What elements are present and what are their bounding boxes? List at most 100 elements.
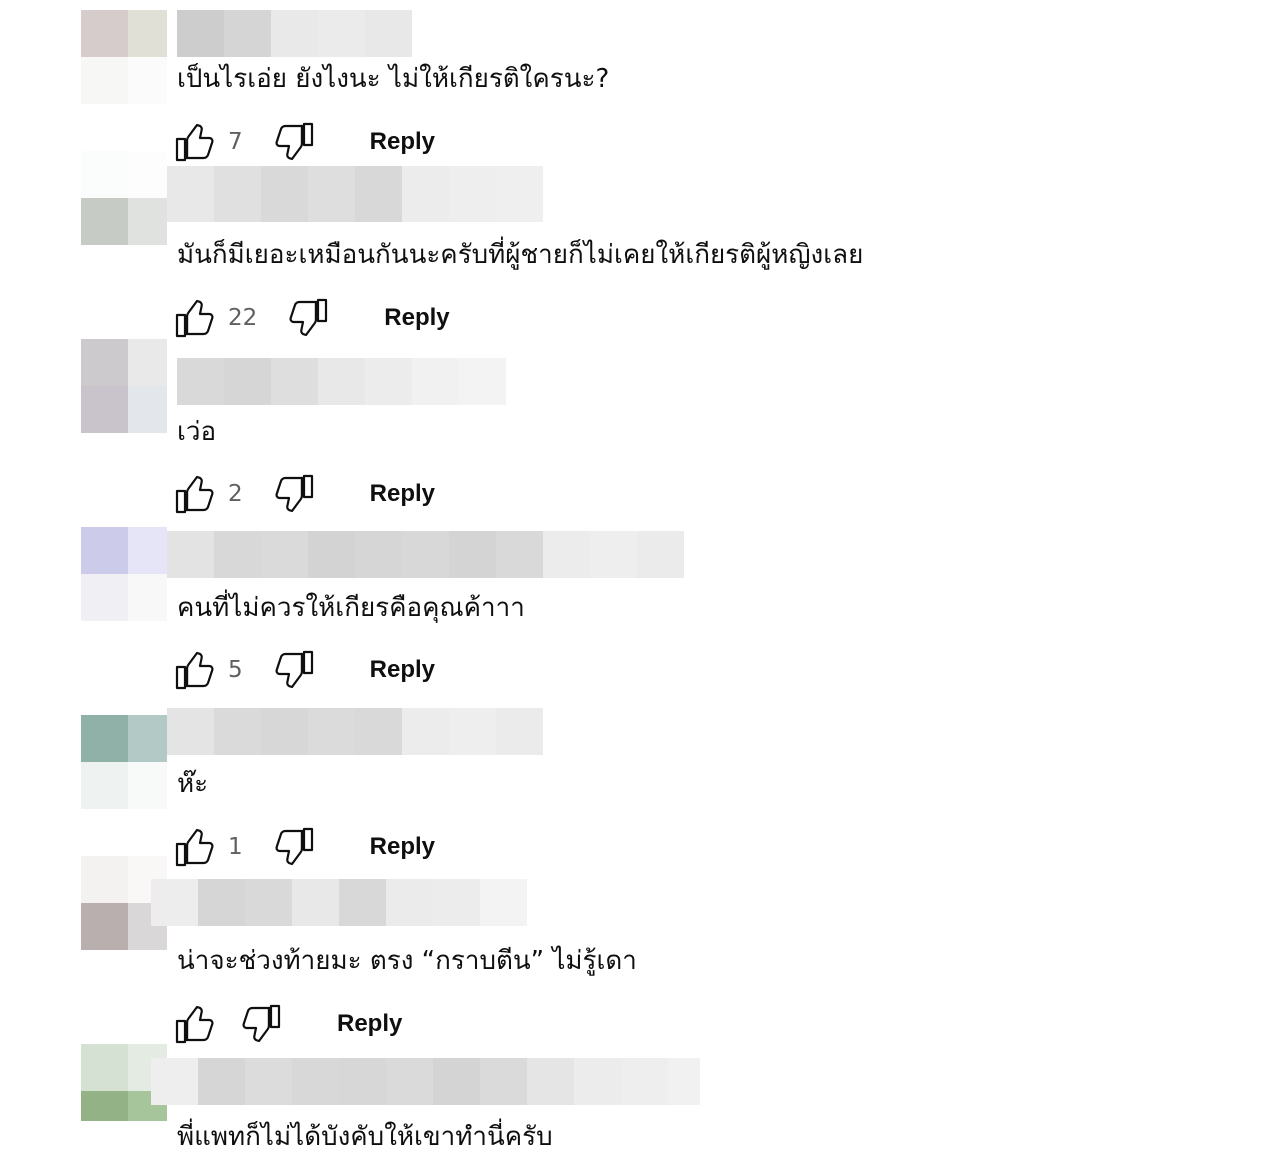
name-blur-block xyxy=(271,358,318,405)
thumb-up-icon xyxy=(175,1005,214,1044)
dislike-button[interactable] xyxy=(241,1004,281,1044)
comment-actions: 1 Reply xyxy=(175,827,435,867)
comment-text: เป็นไรเอ่ย ยังไงนะ ไม่ให้เกียรติใครนะ? xyxy=(177,64,610,94)
avatar-pixel xyxy=(128,762,167,809)
comment-actions: 22 Reply xyxy=(175,298,450,338)
name-blur-block xyxy=(449,166,496,222)
avatar-pixel xyxy=(128,10,167,57)
like-button[interactable] xyxy=(175,1004,215,1044)
dislike-button[interactable] xyxy=(274,827,314,867)
name-blur-block xyxy=(214,166,261,222)
name-blur-block xyxy=(308,708,355,755)
like-button[interactable] xyxy=(175,827,215,867)
avatar[interactable] xyxy=(81,151,167,245)
name-blur-block xyxy=(480,879,527,926)
author-name-blurred[interactable] xyxy=(167,708,543,755)
thumb-down-icon xyxy=(289,298,328,337)
name-blur-block xyxy=(402,708,449,755)
avatar[interactable] xyxy=(81,339,167,433)
dislike-button[interactable] xyxy=(274,650,314,690)
name-blur-block xyxy=(261,166,308,222)
name-blur-block xyxy=(261,531,308,578)
name-blur-block xyxy=(402,531,449,578)
thumb-up-icon xyxy=(175,651,214,690)
name-blur-block xyxy=(355,166,402,222)
reply-button[interactable]: Reply xyxy=(370,656,435,684)
name-blur-block xyxy=(261,708,308,755)
comment-text: เว่อ xyxy=(177,417,217,447)
comment-text: ห๊ะ xyxy=(177,769,209,799)
avatar-pixel xyxy=(128,386,167,433)
like-button[interactable] xyxy=(175,122,215,162)
name-blur-block xyxy=(214,531,261,578)
author-name-blurred[interactable] xyxy=(151,879,527,926)
name-blur-block xyxy=(668,1058,700,1105)
author-name-blurred[interactable] xyxy=(177,10,412,57)
name-blur-block xyxy=(449,708,496,755)
author-name-blurred[interactable] xyxy=(167,166,544,222)
reply-button[interactable]: Reply xyxy=(337,1010,402,1038)
avatar-pixel xyxy=(81,1091,128,1121)
like-count: 2 xyxy=(228,481,243,507)
like-count: 7 xyxy=(228,129,243,155)
avatar-pixel xyxy=(128,151,167,198)
comment-text: น่าจะช่วงท้ายมะ ตรง “กราบตีน” ไม่รู้เดา xyxy=(177,946,637,976)
avatar-pixel xyxy=(81,10,128,57)
comment-text: มันก็มีเยอะเหมือนกันนะครับที่ผู้ชายก็ไม่… xyxy=(177,240,864,270)
like-count: 5 xyxy=(228,657,243,683)
name-blur-block xyxy=(308,166,355,222)
name-blur-block xyxy=(198,879,245,926)
name-blur-block xyxy=(433,879,480,926)
comment-actions: 2 Reply xyxy=(175,474,435,514)
avatar[interactable] xyxy=(81,715,167,809)
name-blur-block xyxy=(167,708,214,755)
like-count: 1 xyxy=(228,834,243,860)
comment-actions: Reply xyxy=(175,1004,402,1044)
avatar-pixel xyxy=(128,574,167,621)
avatar-pixel xyxy=(81,527,128,574)
like-button[interactable] xyxy=(175,474,215,514)
avatar-pixel xyxy=(81,151,128,198)
name-blur-block xyxy=(198,1058,245,1105)
thumb-down-icon xyxy=(275,474,313,513)
reply-button[interactable]: Reply xyxy=(384,304,449,332)
name-blur-block xyxy=(402,166,449,222)
author-name-blurred[interactable] xyxy=(177,358,507,405)
name-blur-block xyxy=(496,531,543,578)
avatar-pixel xyxy=(128,57,167,104)
avatar-pixel xyxy=(81,856,128,903)
avatar[interactable] xyxy=(81,10,167,104)
name-blur-block xyxy=(271,10,318,57)
reply-button[interactable]: Reply xyxy=(370,480,435,508)
avatar-pixel xyxy=(81,198,128,245)
dislike-button[interactable] xyxy=(274,474,314,514)
name-blur-block xyxy=(167,531,214,578)
avatar-pixel xyxy=(81,1044,128,1091)
like-count: 22 xyxy=(228,305,258,331)
like-button[interactable] xyxy=(175,298,215,338)
reply-button[interactable]: Reply xyxy=(370,128,435,156)
name-blur-block xyxy=(449,531,496,578)
avatar[interactable] xyxy=(81,527,167,621)
name-blur-block xyxy=(459,358,506,405)
comment-actions: 7 Reply xyxy=(175,122,435,162)
author-name-blurred[interactable] xyxy=(151,1058,700,1105)
dislike-button[interactable] xyxy=(274,122,314,162)
dislike-button[interactable] xyxy=(288,298,328,338)
name-blur-block xyxy=(151,1058,198,1105)
name-blur-block xyxy=(355,708,402,755)
comment-text: คนที่ไม่ควรให้เกียรคือคุณค้าาา xyxy=(177,593,525,623)
name-blur-block xyxy=(308,531,355,578)
thumb-up-icon xyxy=(175,123,214,162)
name-blur-block xyxy=(386,1058,433,1105)
like-button[interactable] xyxy=(175,650,215,690)
name-blur-block xyxy=(496,708,543,755)
thumb-down-icon xyxy=(242,1004,281,1043)
name-blur-block xyxy=(318,358,365,405)
avatar-pixel xyxy=(81,574,128,621)
author-name-blurred[interactable] xyxy=(167,531,685,578)
avatar-pixel xyxy=(81,762,128,809)
avatar-pixel xyxy=(128,715,167,762)
thumb-down-icon xyxy=(275,122,313,161)
reply-button[interactable]: Reply xyxy=(370,833,435,861)
